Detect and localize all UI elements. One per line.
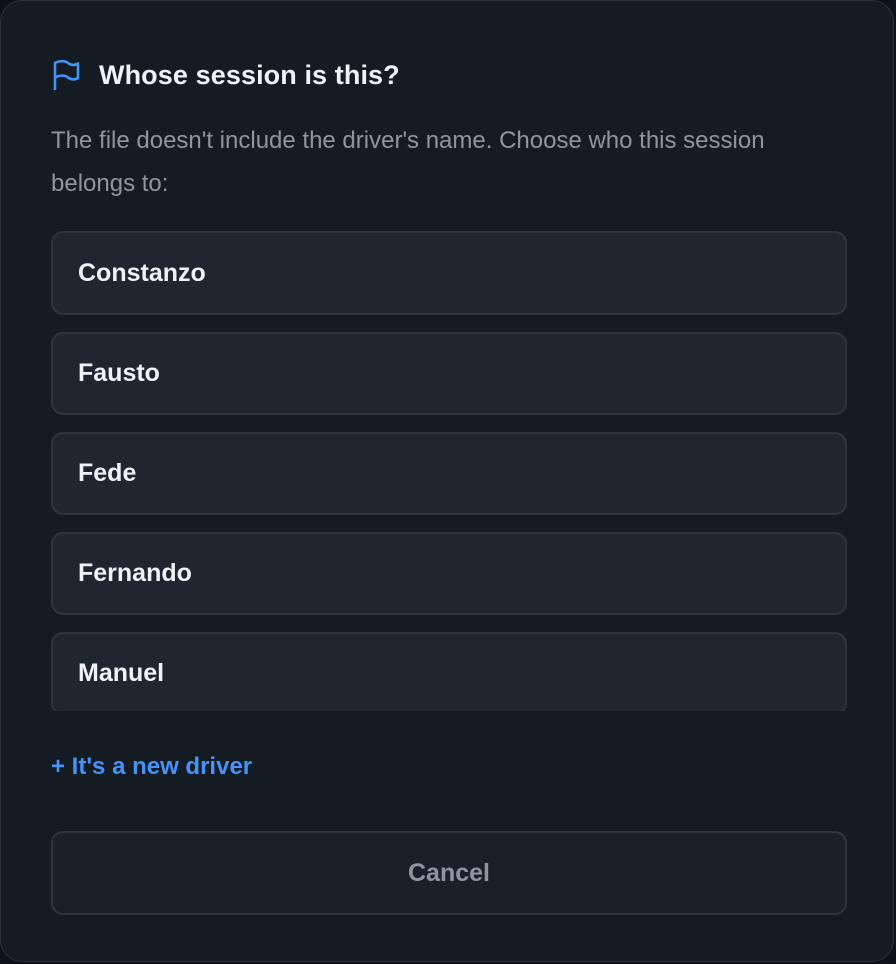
driver-option-fausto[interactable]: Fausto [51,332,847,415]
session-owner-dialog: Whose session is this? The file doesn't … [0,0,894,962]
dialog-title: Whose session is this? [99,59,400,90]
cancel-button[interactable]: Cancel [51,831,847,915]
flag-icon [51,59,81,91]
driver-list[interactable]: Constanzo Fausto Fede Fernando Manuel [51,231,847,711]
driver-option-fernando[interactable]: Fernando [51,532,847,615]
driver-option-constanzo[interactable]: Constanzo [51,231,847,315]
driver-name: Fausto [78,359,160,387]
cancel-label: Cancel [408,858,490,887]
driver-name: Manuel [78,659,165,687]
dialog-description: The file doesn't include the driver's na… [51,127,765,197]
driver-name: Fede [78,459,137,487]
driver-name: Constanzo [78,258,206,287]
driver-option-fede[interactable]: Fede [51,432,847,515]
driver-name: Fernando [78,559,192,587]
add-new-driver-link[interactable]: + It's a new driver [51,753,252,781]
driver-option-manuel[interactable]: Manuel [51,632,847,711]
dialog-header: Whose session is this? [51,55,400,95]
